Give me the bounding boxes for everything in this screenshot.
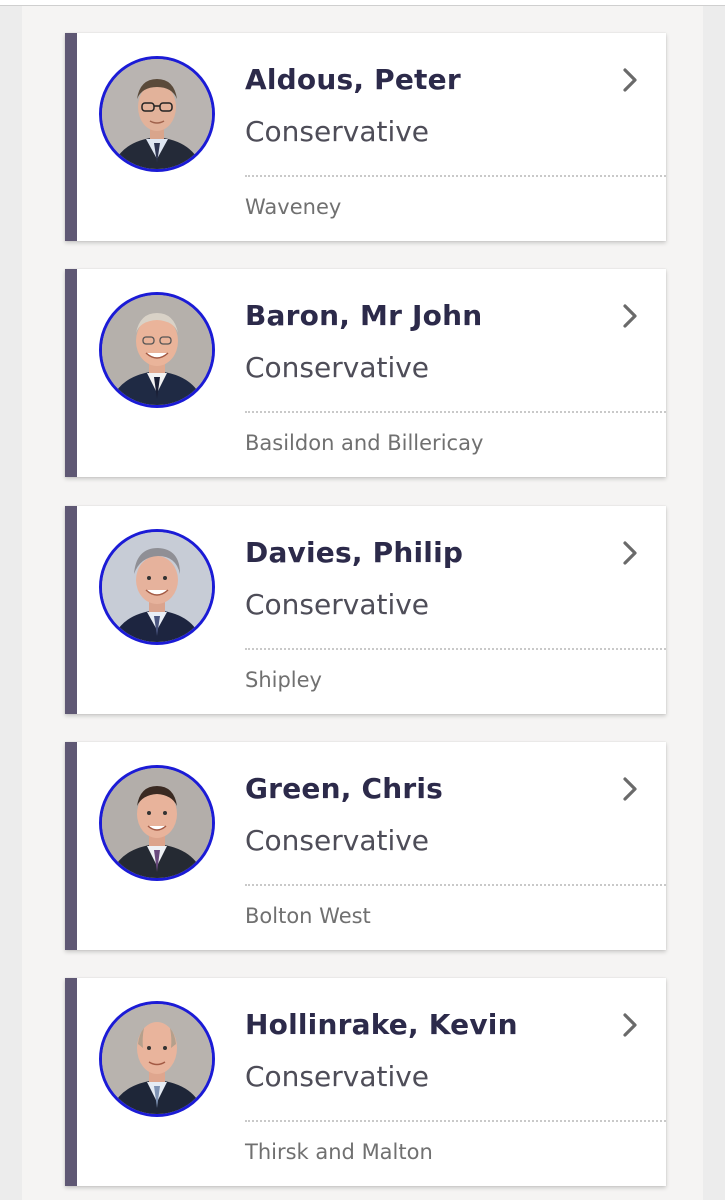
member-portrait — [99, 529, 215, 645]
divider — [245, 175, 666, 177]
left-gutter — [0, 6, 22, 1200]
member-card[interactable]: Davies, Philip Conservative Shipley — [65, 506, 666, 714]
member-constituency: Waveney — [245, 195, 342, 219]
member-party: Conservative — [245, 1060, 430, 1093]
chevron-right-icon[interactable] — [617, 776, 643, 802]
member-party: Conservative — [245, 351, 430, 384]
portrait-dark-hair-man-icon — [102, 768, 212, 878]
member-portrait — [99, 292, 215, 408]
portrait-bald-man-icon — [102, 1004, 212, 1114]
member-party: Conservative — [245, 824, 430, 857]
member-constituency: Thirsk and Malton — [245, 1140, 433, 1164]
member-card[interactable]: Hollinrake, Kevin Conservative Thirsk an… — [65, 978, 666, 1186]
chevron-right-icon[interactable] — [617, 1012, 643, 1038]
divider — [245, 884, 666, 886]
member-constituency: Shipley — [245, 668, 322, 692]
chevron-right-icon[interactable] — [617, 540, 643, 566]
member-constituency: Bolton West — [245, 904, 371, 928]
chevron-right-icon[interactable] — [617, 67, 643, 93]
member-card[interactable]: Aldous, Peter Conservative Waveney — [65, 33, 666, 241]
portrait-grey-hair-man-icon — [102, 532, 212, 642]
member-party: Conservative — [245, 115, 430, 148]
divider — [245, 411, 666, 413]
member-name[interactable]: Aldous, Peter — [245, 63, 461, 96]
portrait-glasses-man-icon — [102, 59, 212, 169]
member-portrait — [99, 56, 215, 172]
divider — [245, 648, 666, 650]
member-name[interactable]: Green, Chris — [245, 772, 443, 805]
member-name[interactable]: Hollinrake, Kevin — [245, 1008, 518, 1041]
member-party: Conservative — [245, 588, 430, 621]
member-constituency: Basildon and Billericay — [245, 431, 484, 455]
chevron-right-icon[interactable] — [617, 303, 643, 329]
member-name[interactable]: Davies, Philip — [245, 536, 463, 569]
member-name[interactable]: Baron, Mr John — [245, 299, 482, 332]
member-portrait — [99, 1001, 215, 1117]
member-card[interactable]: Baron, Mr John Conservative Basildon and… — [65, 269, 666, 477]
divider — [245, 1120, 666, 1122]
right-gutter — [703, 6, 725, 1200]
member-portrait — [99, 765, 215, 881]
member-card[interactable]: Green, Chris Conservative Bolton West — [65, 742, 666, 950]
portrait-smiling-man-icon — [102, 295, 212, 405]
